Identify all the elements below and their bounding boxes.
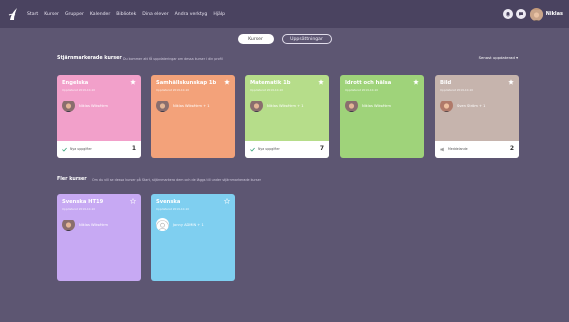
course-name: Idrott och hälsa — [345, 80, 392, 86]
star-outline-icon[interactable] — [224, 198, 230, 204]
course-name: Svenska HT19 — [62, 199, 104, 205]
tab-kurser[interactable]: Kurser — [237, 34, 274, 44]
course-updated-date: Uppdaterat 2019-10-10 — [62, 207, 96, 211]
check-icon — [250, 147, 255, 152]
star-filled-icon[interactable] — [224, 79, 230, 85]
nav-item-kurser[interactable]: Kurser — [44, 12, 59, 17]
course-card-bild[interactable]: Bild Uppdaterat 2019-10-10 Sven Ström + … — [435, 75, 519, 158]
other-section-title: Fler kurser — [57, 177, 87, 182]
footer-count: 2 — [509, 145, 514, 152]
star-outline-icon[interactable] — [130, 198, 136, 204]
nav-item-dina-elever[interactable]: Dina elever — [142, 12, 168, 17]
star-filled-icon[interactable] — [413, 79, 419, 85]
top-navigation-bar: Start Kurser Grupper Kalender Bibliotek … — [0, 0, 569, 28]
nav-item-bibliotek[interactable]: Bibliotek — [116, 12, 136, 17]
footer-count: 7 — [319, 145, 324, 152]
favorites-section-title: Stjärnmarkerade kurser — [57, 56, 122, 61]
messages-button[interactable] — [515, 9, 526, 19]
teacher-avatar — [345, 99, 358, 112]
app-logo-icon[interactable] — [8, 7, 18, 21]
course-updated-date: Uppdaterat 2019-10-10 — [440, 88, 474, 92]
default-avatar-icon — [156, 218, 169, 231]
favorites-section-subtitle: Du kommer att få uppdateringar om dessa … — [123, 57, 223, 61]
notifications-button[interactable] — [502, 9, 513, 19]
course-updated-date: Uppdaterat 2019-10-10 — [62, 88, 96, 92]
teacher-name: Jonny ADMIN + 1 — [173, 223, 204, 227]
main-nav: Start Kurser Grupper Kalender Bibliotek … — [27, 0, 231, 28]
teacher-name: Niklas Wiksétrm + 1 — [267, 104, 304, 108]
course-name: Matematik 1b — [250, 80, 291, 86]
nav-item-andra-verktyg[interactable]: Andra verktyg — [175, 12, 208, 17]
bell-icon — [505, 12, 510, 17]
teacher-name: Niklas Wiksétrm — [79, 223, 108, 227]
teacher-avatar — [156, 99, 169, 112]
course-card-samhallskunskap[interactable]: Samhällskunskap 1b Uppdaterat 2019-10-10… — [151, 75, 235, 158]
course-updated-date: Uppdaterat 2019-10-10 — [345, 88, 379, 92]
star-filled-icon[interactable] — [130, 79, 136, 85]
check-icon — [62, 147, 67, 152]
course-name: Svenska — [156, 199, 181, 205]
footer-label: Nya uppgifter — [258, 147, 280, 151]
teacher-avatar — [62, 99, 75, 112]
sort-dropdown[interactable]: Senast uppdaterad ▾ — [479, 55, 518, 60]
tab-uppsattningar[interactable]: Uppsättningar — [281, 34, 332, 44]
nav-item-hjalp[interactable]: Hjälp — [213, 12, 225, 17]
course-card-footer[interactable]: Meddelande 2 — [435, 141, 519, 158]
nav-item-kalender[interactable]: Kalender — [90, 12, 110, 17]
user-name[interactable]: Niklas — [546, 11, 563, 17]
view-tabs: Kurser Uppsättningar — [0, 34, 569, 44]
chat-icon — [518, 12, 523, 16]
course-updated-date: Uppdaterat 2019-10-10 — [250, 88, 284, 92]
teacher-name: Sven Ström + 1 — [457, 104, 486, 108]
teacher-avatar — [250, 99, 263, 112]
course-updated-date: Uppdaterat 2019-10-10 — [156, 88, 190, 92]
course-card-svenska[interactable]: Svenska Uppdaterat 2019-10-10 Jonny ADMI… — [151, 194, 235, 281]
course-card-idrott[interactable]: Idrott och hälsa Uppdaterat 2019-10-10 N… — [340, 75, 424, 158]
course-name: Samhällskunskap 1b — [156, 80, 217, 86]
teacher-avatar — [440, 99, 453, 112]
footer-count: 1 — [131, 145, 136, 152]
star-filled-icon[interactable] — [508, 79, 514, 85]
course-card-matematik[interactable]: Matematik 1b Uppdaterat 2019-10-10 Nikla… — [245, 75, 329, 158]
teacher-avatar — [62, 218, 75, 231]
top-right-actions: Niklas — [500, 6, 563, 22]
star-filled-icon[interactable] — [318, 79, 324, 85]
course-card-engelska[interactable]: Engelska Uppdaterat 2019-10-10 Niklas Wi… — [57, 75, 141, 158]
course-card-footer[interactable]: Nya uppgifter 7 — [245, 141, 329, 158]
teacher-name: Niklas Wiksétrm + 1 — [173, 104, 210, 108]
teacher-name: Niklas Wiksétrm — [362, 104, 391, 108]
course-name: Engelska — [62, 80, 89, 86]
footer-label: Meddelande — [448, 147, 468, 151]
user-avatar[interactable] — [529, 7, 543, 21]
teacher-name: Niklas Wiksétrm — [79, 104, 108, 108]
nav-item-grupper[interactable]: Grupper — [65, 12, 84, 17]
course-updated-date: Uppdaterat 2019-10-10 — [156, 207, 190, 211]
course-name: Bild — [440, 80, 452, 86]
nav-item-start[interactable]: Start — [27, 12, 38, 17]
course-card-svenska-ht19[interactable]: Svenska HT19 Uppdaterat 2019-10-10 Nikla… — [57, 194, 141, 281]
footer-label: Nya uppgifter — [70, 147, 92, 151]
course-card-footer[interactable]: Nya uppgifter 1 — [57, 141, 141, 158]
other-section-subtitle: Om du vill se dessa kurser på Start, stj… — [92, 178, 261, 182]
megaphone-icon — [440, 147, 444, 152]
